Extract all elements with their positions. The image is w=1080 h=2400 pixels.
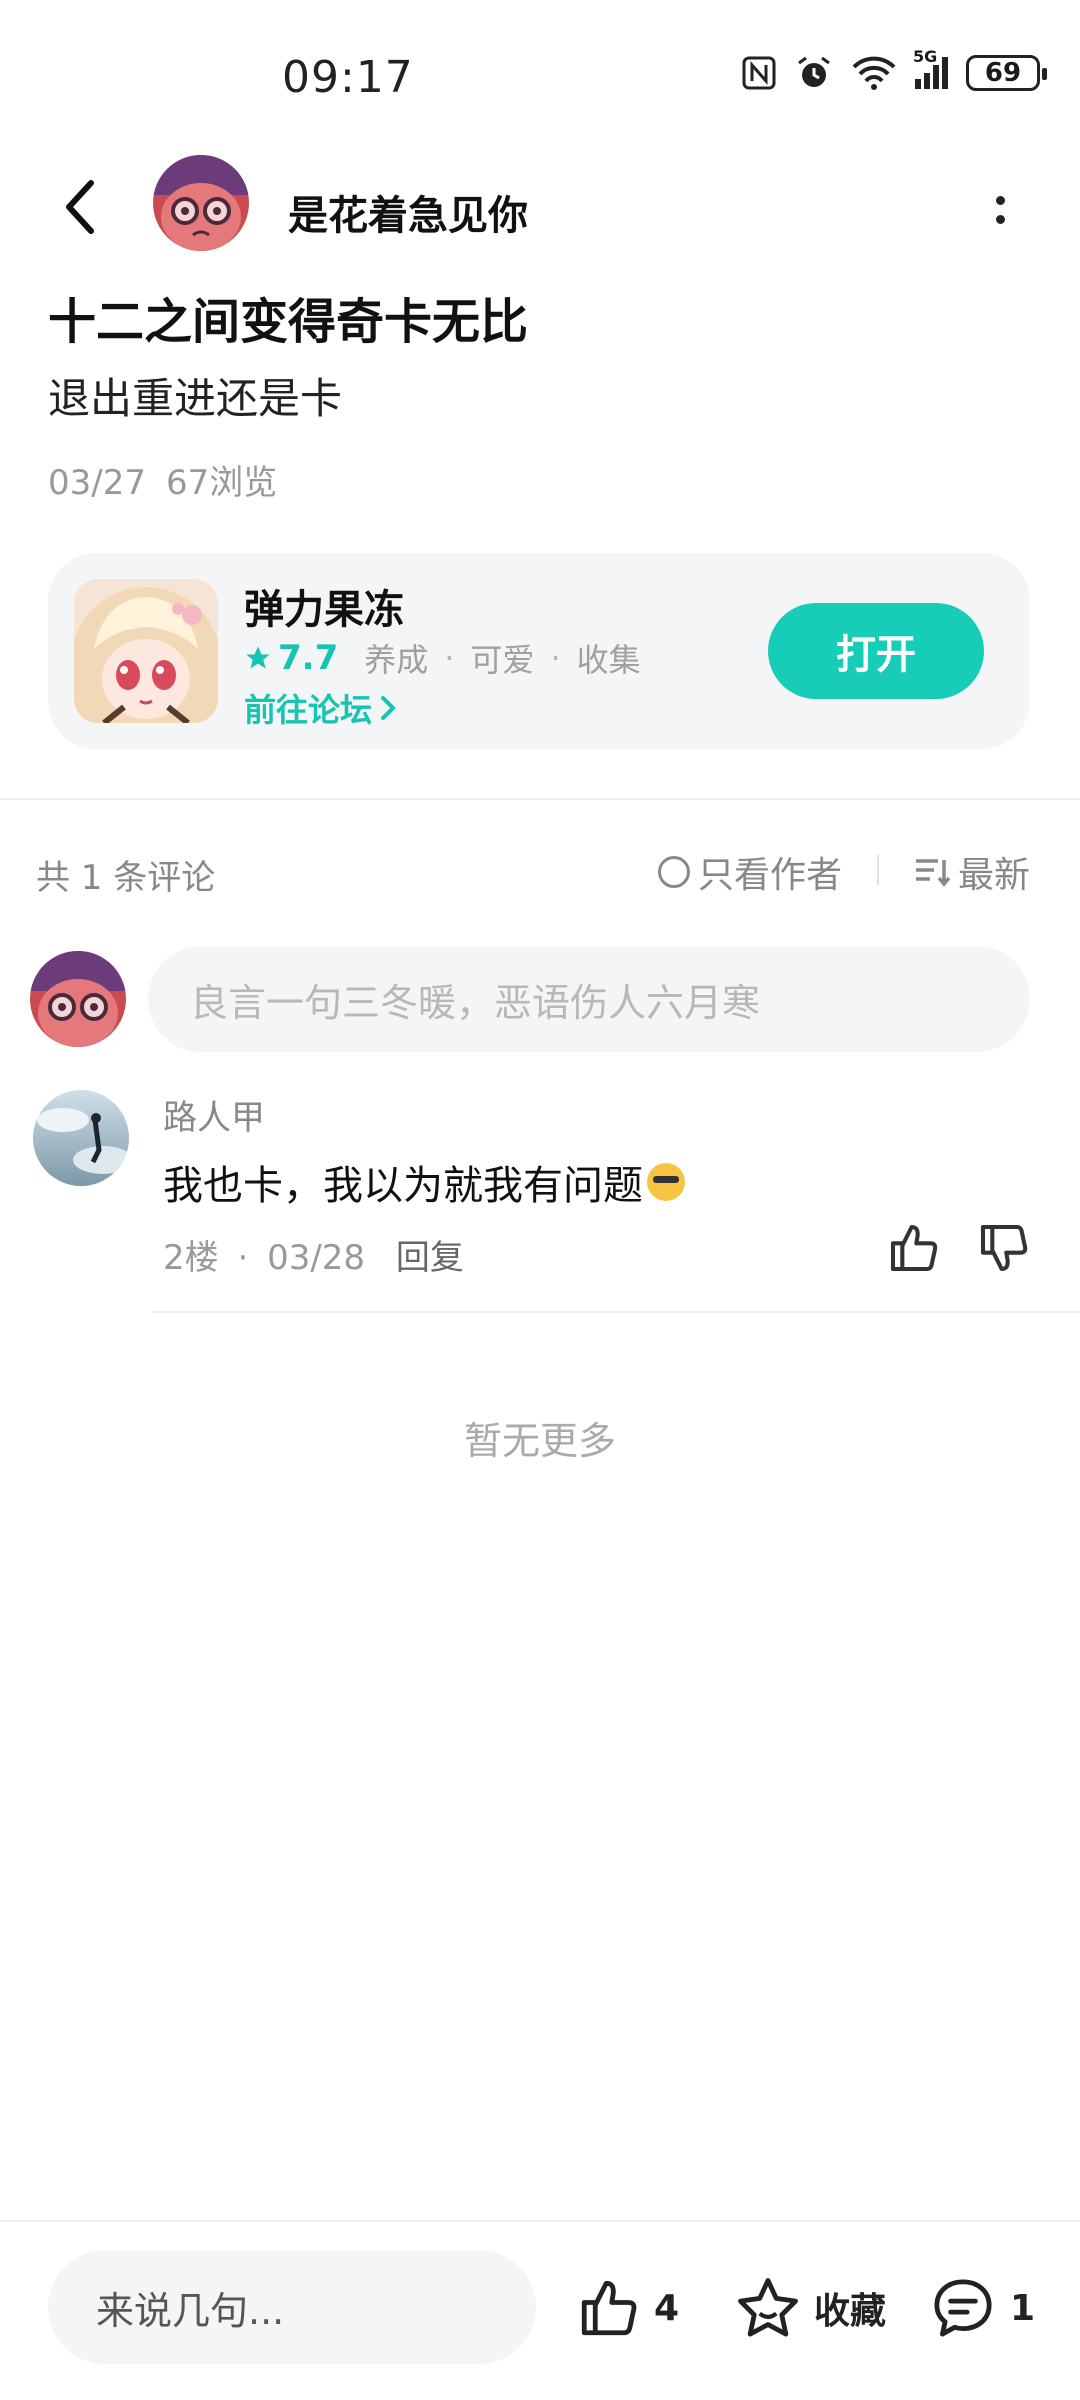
vertical-separator: [877, 855, 879, 885]
comment-floor: 2楼: [163, 1238, 219, 1278]
sort-label: 最新: [958, 855, 1031, 896]
more-options-button[interactable]: [980, 180, 1020, 240]
section-divider: [0, 798, 1080, 800]
comment-like-button[interactable]: [886, 1220, 942, 1276]
wifi-icon: [852, 56, 896, 90]
comment-dislike-button[interactable]: [976, 1220, 1032, 1276]
signal-icon: 5G: [913, 47, 948, 89]
author-avatar[interactable]: [153, 155, 249, 251]
comments-count: 共 1 条评论: [36, 858, 216, 898]
post-meta: 03/27 67浏览: [48, 455, 297, 504]
game-tag: 养成: [364, 641, 429, 679]
game-rating: 7.7: [278, 638, 339, 678]
bottom-bar-divider: [0, 2220, 1080, 2222]
favorite-button[interactable]: 收藏: [734, 2275, 886, 2341]
post-views: 67浏览: [165, 463, 278, 503]
thumbs-up-icon: [890, 1224, 938, 1272]
comment-meta: 2楼 · 03/28 回复: [163, 1238, 464, 1278]
game-tag: 收集: [576, 641, 641, 679]
sunglasses-emoji-icon: [647, 1163, 685, 1201]
comment-divider: [152, 1311, 1080, 1313]
post-date: 03/27: [48, 463, 146, 503]
game-tag: 可爱: [470, 641, 535, 679]
favorite-label: 收藏: [814, 2291, 887, 2332]
commenter-avatar[interactable]: [33, 1090, 129, 1186]
like-count: 4: [654, 2287, 680, 2329]
sort-button[interactable]: 最新: [914, 846, 1030, 898]
nfc-icon: [742, 56, 776, 90]
radio-icon: [658, 856, 690, 888]
current-user-avatar: [30, 951, 126, 1047]
post-like-button[interactable]: 4: [576, 2275, 679, 2341]
comment-text: 我也卡，我以为就我有问题: [163, 1153, 685, 1211]
network-type: 5G: [913, 47, 938, 66]
star-icon: [246, 646, 270, 669]
sort-icon: [916, 859, 950, 887]
reply-button[interactable]: 回复: [396, 1238, 464, 1278]
game-icon: [74, 579, 218, 723]
chevron-right-icon: [381, 696, 396, 720]
open-game-button[interactable]: 打开: [768, 603, 984, 699]
more-icon: [995, 196, 1005, 205]
game-card[interactable]: 弹力果冻 7.7 养成 · 可爱 · 收集 前往论坛 打开: [48, 553, 1030, 749]
star-outline-icon: [738, 2278, 798, 2337]
bottom-comment-input[interactable]: 来说几句...: [48, 2250, 536, 2364]
forum-link[interactable]: 前往论坛: [244, 685, 396, 731]
comment-input[interactable]: 良言一句三冬暖，恶语伤人六月寒: [148, 946, 1030, 1052]
comment-count: 1: [1010, 2287, 1036, 2329]
no-more-label: 暂无更多: [463, 1419, 616, 1463]
comment-date: 03/28: [267, 1238, 366, 1278]
status-icons: 5G 69: [741, 47, 1047, 92]
thumbs-down-icon: [980, 1224, 1028, 1272]
comment-body: 我也卡，我以为就我有问题: [163, 1163, 643, 1209]
comment-bubble-icon: [934, 2279, 992, 2337]
game-name: 弹力果冻: [244, 587, 404, 633]
author-name[interactable]: 是花着急见你: [288, 183, 528, 241]
game-rating-row: 7.7 养成 · 可爱 · 收集: [244, 635, 641, 681]
back-button[interactable]: [50, 172, 110, 242]
chevron-left-icon: [66, 180, 94, 234]
post-title: 十二之间变得奇卡无比: [48, 294, 529, 350]
forum-link-label: 前往论坛: [244, 691, 373, 729]
alarm-icon: [798, 56, 830, 87]
author-only-toggle[interactable]: 只看作者: [658, 846, 842, 898]
thumbs-up-icon: [581, 2280, 637, 2336]
commenter-name[interactable]: 路人甲: [163, 1090, 265, 1139]
status-time: 09:17: [282, 52, 414, 103]
comment-button[interactable]: 1: [928, 2275, 1035, 2341]
battery-indicator: 69: [966, 55, 1047, 91]
author-only-label: 只看作者: [698, 855, 843, 896]
post-body: 退出重进还是卡: [48, 374, 343, 423]
